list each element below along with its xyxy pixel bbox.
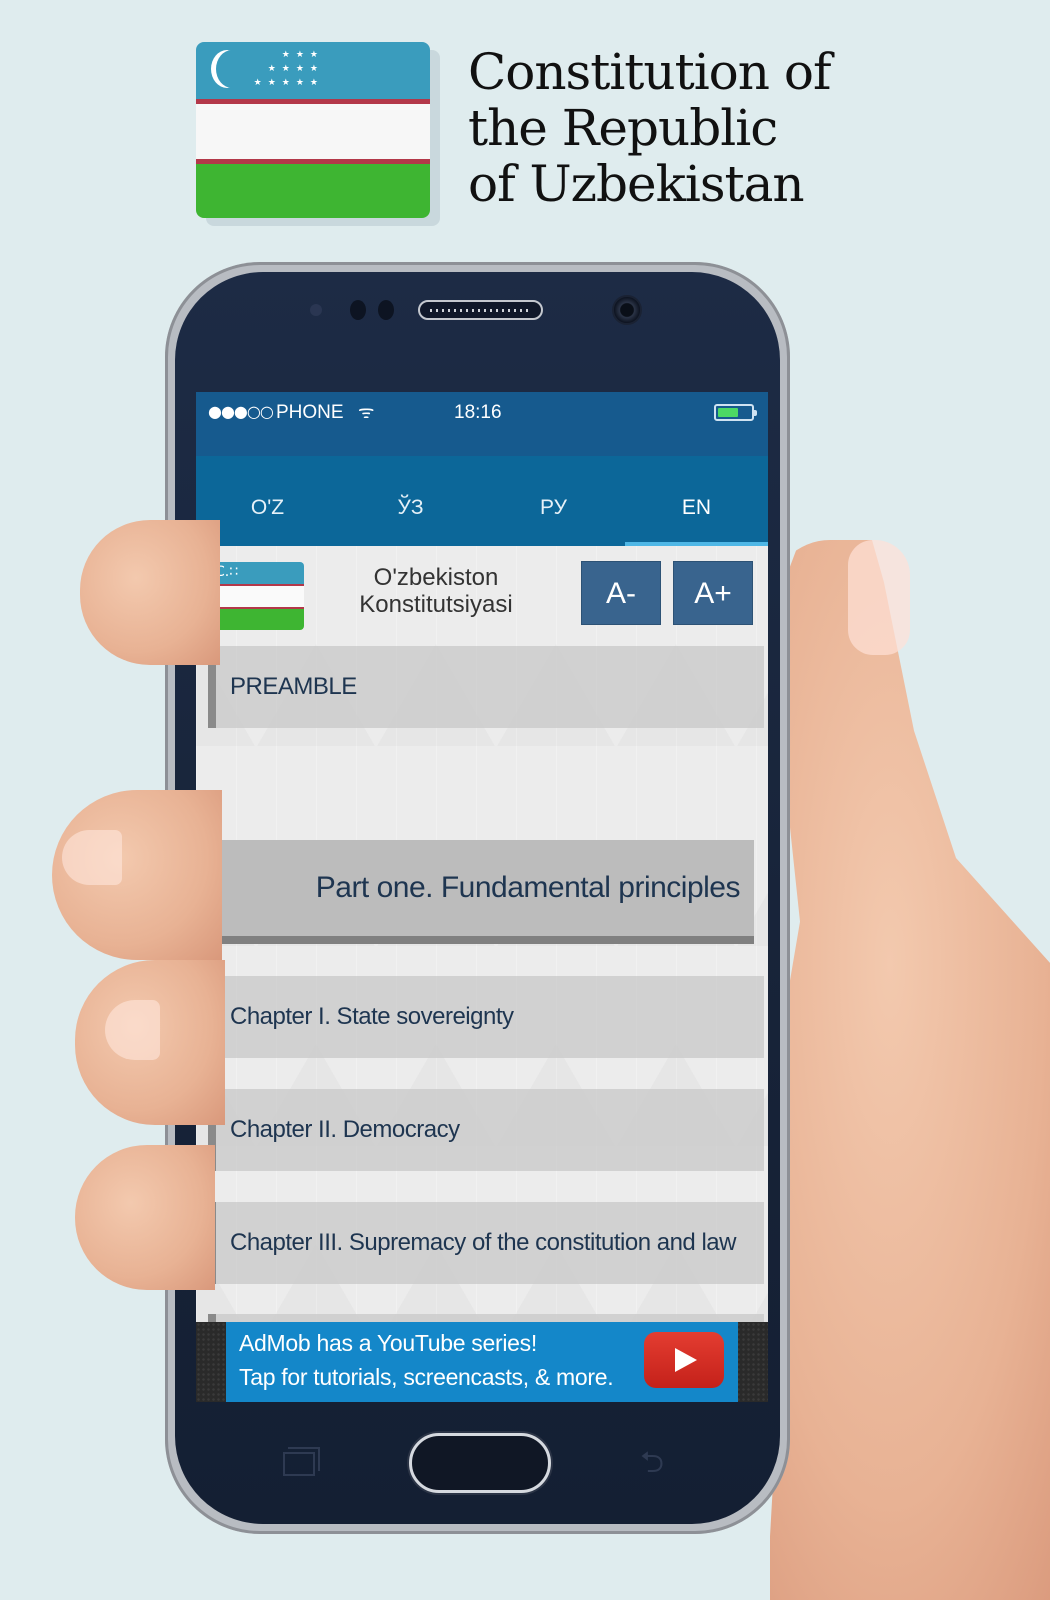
clock: 18:16 [454,402,502,423]
recent-apps-icon[interactable] [283,1447,320,1476]
ad-headline: AdMob has a YouTube series! [239,1330,537,1356]
app-title: O'zbekiston Konstitutsiyasi [326,564,546,618]
phone-screen: ●●●○○ PHONE ᯤ 18:16 O'Z ЎЗ РУ EN C.∷ O'z… [196,392,768,1402]
promo-title-line: Constitution of [468,43,832,101]
app-title-line: Konstitutsiyasi [359,591,513,618]
youtube-play-icon[interactable] [644,1332,724,1388]
app-title-line: O'zbekiston [373,564,499,591]
promo-title: Constitution of the Republic of Uzbekist… [468,44,888,212]
list-item-chapter[interactable]: Chapter I. State sovereignty [208,976,764,1058]
finger [80,520,220,665]
promo-title-line: the Republic [468,99,778,157]
decrease-font-button[interactable]: A- [581,561,661,625]
increase-font-button[interactable]: A+ [673,561,753,625]
finger [75,1145,215,1290]
wifi-icon: ᯤ [358,402,375,423]
battery-level [718,408,738,417]
stars-icon: ★★★ ★★★★ ★★★★★ [253,50,324,88]
finger [75,960,225,1125]
finger [52,790,222,960]
status-bar: ●●●○○ PHONE ᯤ 18:16 [196,392,768,456]
carrier-label: PHONE [276,402,344,423]
proximity-sensor-icon [310,304,322,316]
uzbekistan-flag-icon: ★★★ ★★★★ ★★★★★ [196,42,430,218]
sensor-icon [350,300,366,320]
list-item-preamble[interactable]: PREAMBLE [208,646,764,728]
earpiece-speaker [418,300,543,320]
tab-english[interactable]: EN [625,456,768,546]
sensor-icon [378,300,394,320]
contents-list[interactable]: C.∷ O'zbekiston Konstitutsiyasi A- A+ PR… [196,546,768,1334]
thumb-nail [848,540,910,655]
ad-banner: AdMob has a YouTube series! Tap for tuto… [196,1322,768,1402]
ad-content[interactable]: AdMob has a YouTube series! Tap for tuto… [226,1322,738,1402]
uzbekistan-flag-icon: C.∷ [209,562,304,630]
promo-title-line: of Uzbekistan [468,155,805,213]
home-button[interactable] [409,1433,551,1493]
ad-subline: Tap for tutorials, screencasts, & more. [239,1364,614,1390]
front-camera-icon [612,295,642,325]
back-icon[interactable]: ⮌ [640,1448,680,1478]
signal-strength-icon: ●●●○○ [208,402,274,421]
tab-russian[interactable]: РУ [482,456,625,546]
part-header[interactable]: Part one. Fundamental principles [208,840,754,944]
battery-icon [714,404,757,421]
tab-uz-cyrillic[interactable]: ЎЗ [339,456,482,546]
list-item-chapter[interactable]: Chapter III. Supremacy of the constituti… [208,1202,764,1284]
hand-palm [770,540,1050,1600]
language-tabs: O'Z ЎЗ РУ EN [196,456,768,546]
list-item-chapter[interactable]: Chapter II. Democracy [208,1089,764,1171]
